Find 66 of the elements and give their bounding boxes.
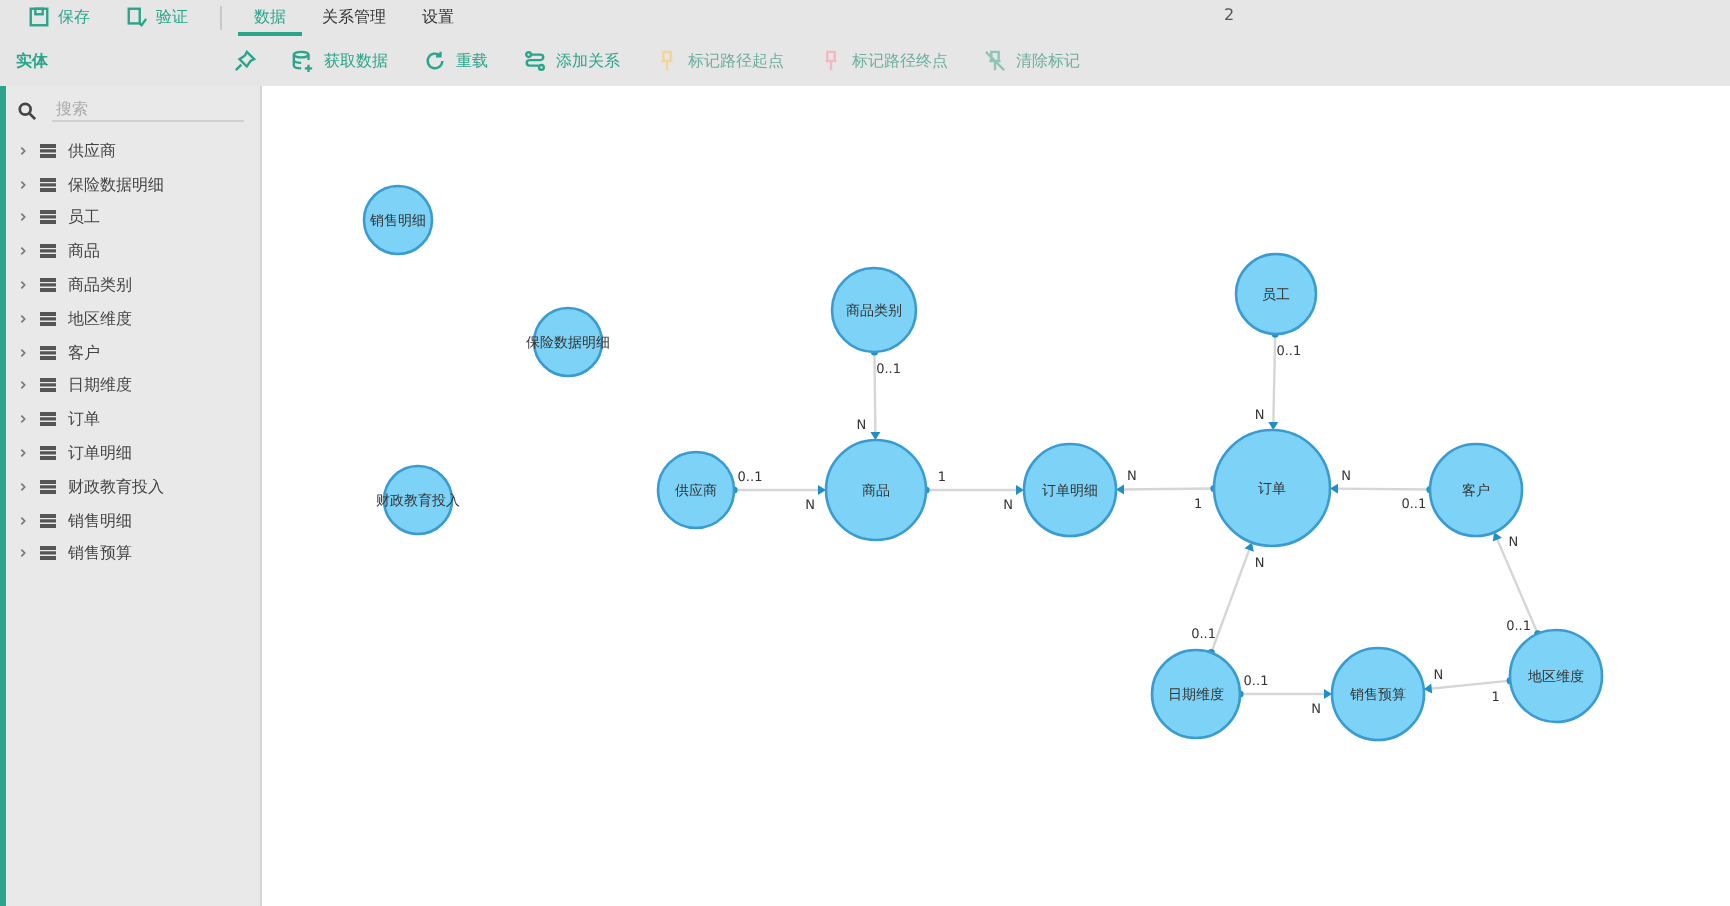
table-icon — [40, 244, 56, 259]
entity-node[interactable] — [1022, 442, 1118, 538]
entity-node[interactable] — [1150, 648, 1242, 740]
table-icon — [40, 143, 56, 158]
entity-node[interactable] — [362, 184, 434, 256]
table-icon — [40, 378, 56, 393]
pin-icon — [656, 50, 678, 72]
menu-tab[interactable]: 关系管理 — [306, 0, 402, 36]
table-icon — [40, 177, 56, 192]
document-check-icon — [126, 5, 148, 27]
table-icon — [40, 446, 56, 461]
entity-item[interactable]: 财政教育投入 — [6, 469, 260, 504]
table-icon — [40, 479, 56, 494]
entity-label: 地区维度 — [68, 307, 132, 330]
entity-item[interactable]: 保险数据明细 — [6, 167, 260, 202]
entity-item[interactable]: 商品 — [6, 234, 260, 269]
search-field[interactable]: 搜索 — [52, 98, 244, 122]
pin-icon — [820, 50, 842, 72]
entity-label: 日期维度 — [68, 374, 132, 397]
table-icon — [40, 412, 56, 427]
search-icon — [18, 101, 36, 119]
entity-label: 销售明细 — [68, 509, 132, 532]
entity-item[interactable]: 订单明细 — [6, 436, 260, 470]
relation-line[interactable] — [1492, 532, 1542, 638]
entity-label: 保险数据明细 — [68, 173, 164, 196]
table-icon — [40, 278, 56, 293]
entity-item[interactable]: 商品类别 — [6, 268, 260, 302]
table-icon — [40, 345, 56, 360]
database-icon — [292, 50, 314, 72]
entity-node[interactable] — [1212, 428, 1332, 548]
entity-item[interactable]: 订单 — [6, 402, 260, 437]
entity-node[interactable] — [824, 438, 928, 542]
relation-icon — [524, 50, 546, 72]
save-icon — [28, 5, 50, 27]
menu-tab[interactable]: 设置 — [406, 0, 470, 36]
entity-node[interactable] — [830, 266, 918, 354]
entity-label: 订单明细 — [68, 442, 132, 465]
entity-label: 员工 — [68, 206, 100, 229]
entity-label: 供应商 — [68, 139, 116, 162]
table-icon — [40, 311, 56, 326]
entity-item[interactable]: 销售明细 — [6, 503, 260, 538]
entity-item[interactable]: 地区维度 — [6, 301, 260, 336]
table-icon — [40, 513, 56, 528]
table-icon — [40, 546, 56, 561]
entity-label: 财政教育投入 — [68, 475, 164, 498]
entity-item[interactable]: 日期维度 — [6, 369, 260, 403]
entity-label: 客户 — [68, 341, 100, 364]
entity-item[interactable]: 供应商 — [6, 134, 260, 168]
entity-item[interactable]: 客户 — [6, 335, 260, 370]
entity-node[interactable] — [1428, 442, 1524, 538]
entity-label: 销售预算 — [68, 542, 132, 565]
entity-label: 商品类别 — [68, 274, 132, 297]
refresh-icon — [424, 50, 446, 72]
unpin-icon — [984, 50, 1006, 72]
entity-node[interactable] — [1330, 646, 1426, 742]
entity-node[interactable] — [1234, 252, 1318, 336]
section-label: 实体 — [16, 50, 50, 72]
entity-item[interactable]: 销售预算 — [6, 537, 260, 571]
entity-label: 订单 — [68, 408, 100, 431]
entity-node[interactable] — [656, 450, 736, 530]
pin-icon — [234, 50, 256, 72]
table-icon — [40, 210, 56, 225]
entity-label: 商品 — [68, 240, 100, 263]
entity-item[interactable]: 员工 — [6, 201, 260, 235]
window-title: 2 — [1224, 6, 1235, 24]
entity-node[interactable] — [1508, 628, 1604, 724]
